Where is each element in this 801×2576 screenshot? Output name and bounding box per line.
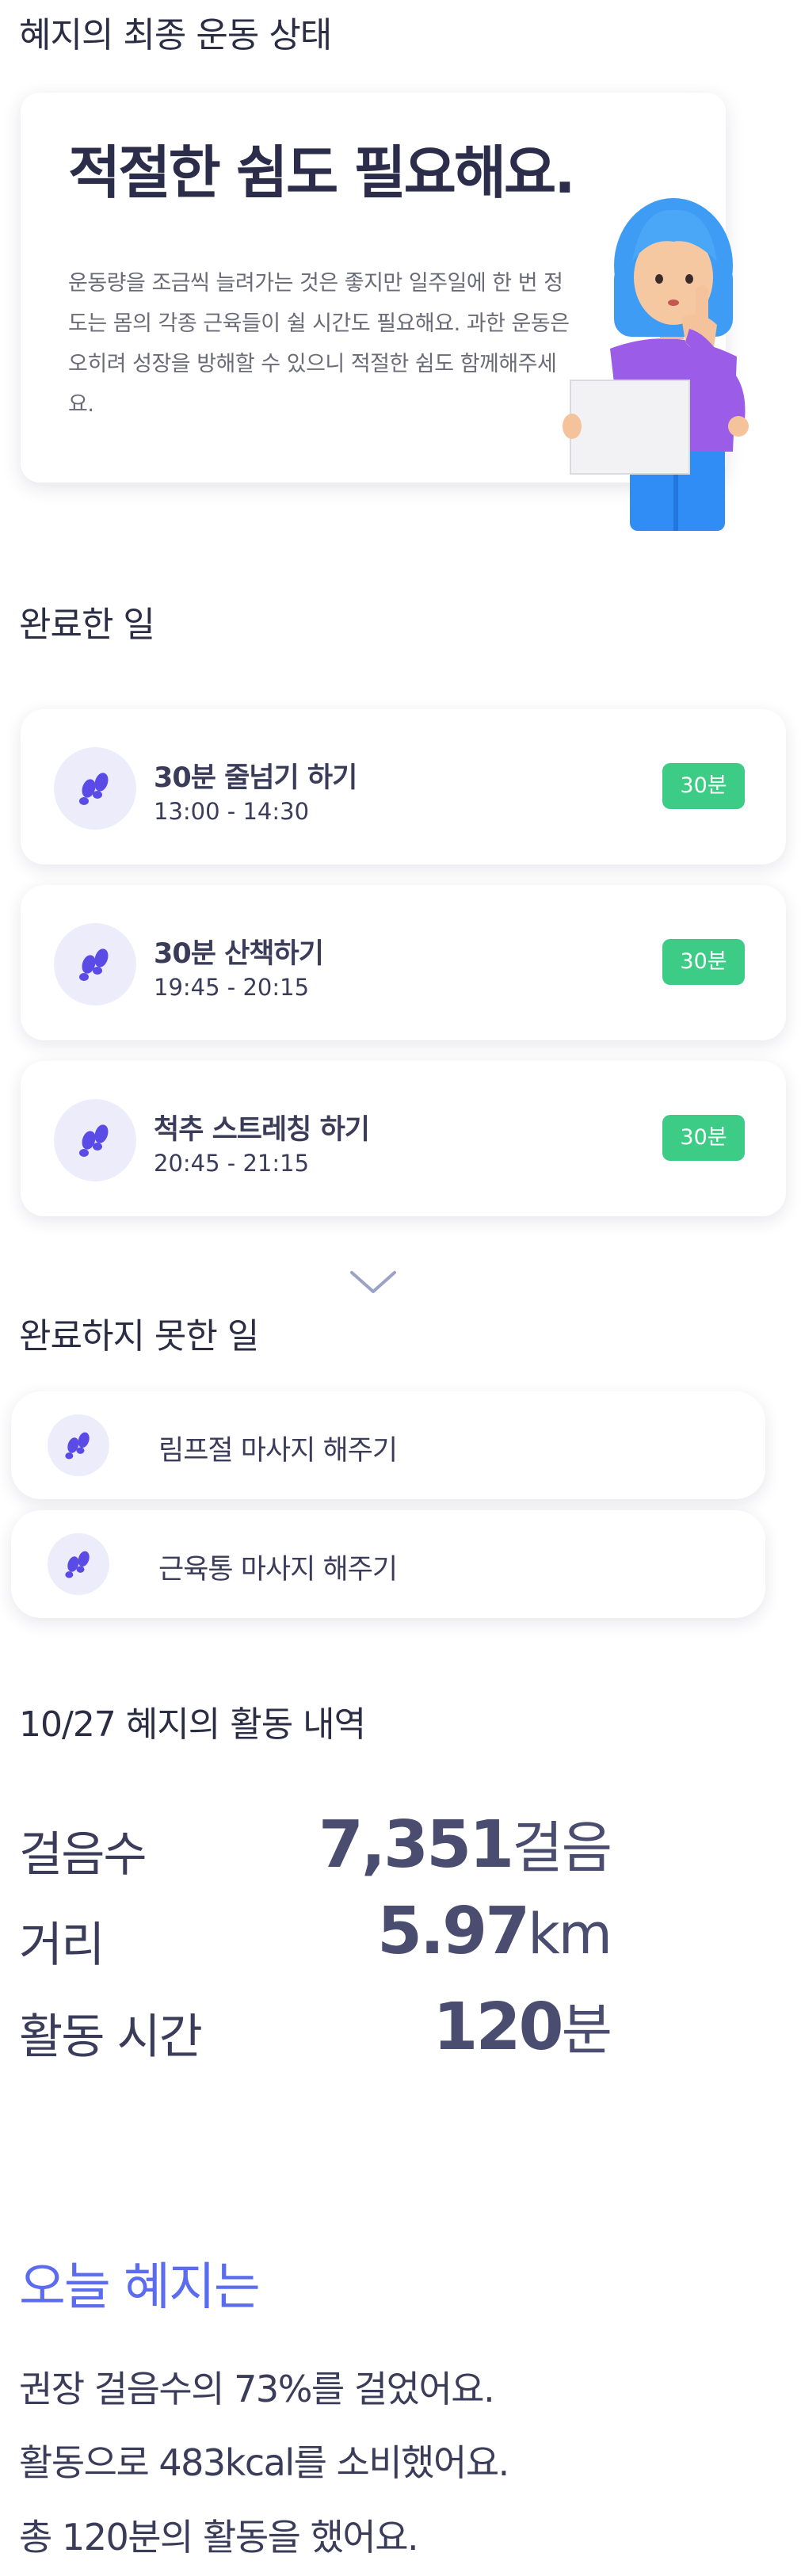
- duration-badge: 30분: [662, 939, 745, 985]
- status-headline: 적절한 쉼도 필요해요.: [68, 139, 576, 206]
- footsteps-icon: [48, 1414, 109, 1476]
- task-card[interactable]: 30분 줄넘기 하기 13:00 - 14:30 30분: [21, 709, 786, 864]
- footsteps-icon: [48, 1533, 109, 1595]
- task-title: 30분 산책하기: [154, 938, 324, 970]
- task-title: 척추 스트레칭 하기: [154, 1114, 370, 1146]
- task-time: 20:45 - 21:15: [154, 1150, 310, 1177]
- footsteps-icon: [54, 923, 136, 1006]
- stat-value-steps: 7,351걸음: [318, 1803, 612, 1883]
- stat-value-distance: 5.97km: [376, 1894, 612, 1969]
- task-time: 13:00 - 14:30: [154, 798, 310, 825]
- footsteps-icon: [54, 747, 136, 830]
- task-time: 19:45 - 20:15: [154, 974, 310, 1001]
- task-card[interactable]: 척추 스트레칭 하기 20:45 - 21:15 30분: [21, 1061, 786, 1216]
- todo-label: 근육통 마사지 해주기: [158, 1554, 398, 1586]
- stat-value-active-time: 120분: [433, 1986, 612, 2066]
- duration-badge: 30분: [662, 763, 745, 809]
- footsteps-icon: [54, 1099, 136, 1181]
- stat-unit: 분: [561, 1998, 612, 2063]
- stat-unit: 걸음: [512, 1815, 612, 1880]
- summary-line: 권장 걸음수의 73%를 걸었어요.: [19, 2368, 495, 2410]
- summary-line: 활동으로 483kcal를 소비했어요.: [19, 2441, 509, 2484]
- task-title: 30분 줄넘기 하기: [154, 762, 357, 794]
- list-item[interactable]: 림프절 마사지 해주기: [11, 1391, 765, 1499]
- duration-badge: 30분: [662, 1115, 745, 1161]
- completed-section-title: 완료한 일: [19, 605, 155, 645]
- activity-section-title: 10/27 혜지의 활동 내역: [19, 1704, 366, 1745]
- stat-number: 5.97: [376, 1894, 530, 1969]
- status-section-title: 혜지의 최종 운동 상태: [19, 15, 332, 55]
- stat-label-distance: 거리: [19, 1918, 105, 1973]
- character-illustration: [563, 198, 749, 531]
- stat-number: 7,351: [318, 1807, 514, 1883]
- stat-unit: km: [528, 1902, 612, 1967]
- list-item[interactable]: 근육통 마사지 해주기: [11, 1510, 765, 1618]
- status-description: 운동량을 조금씩 늘려가는 것은 좋지만 일주일에 한 번 정도는 몸의 각종 …: [68, 271, 570, 417]
- summary-line: 총 120분의 활동을 했어요.: [19, 2516, 419, 2559]
- stat-number: 120: [433, 1990, 563, 2065]
- stat-label-steps: 걸음수: [19, 1827, 147, 1883]
- chevron-down-icon[interactable]: [349, 1268, 398, 1296]
- task-card[interactable]: 30분 산책하기 19:45 - 20:15 30분: [21, 885, 786, 1040]
- stat-label-active-time: 활동 시간: [19, 2009, 203, 2065]
- incomplete-section-title: 완료하지 못한 일: [19, 1316, 259, 1357]
- today-summary-title: 오늘 혜지는: [19, 2258, 261, 2317]
- todo-label: 림프절 마사지 해주기: [158, 1435, 398, 1467]
